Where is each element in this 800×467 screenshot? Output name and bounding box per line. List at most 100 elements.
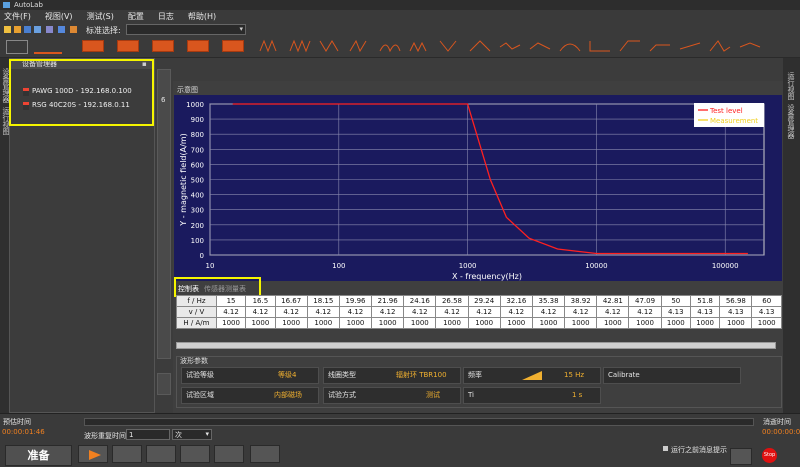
prompt-checkbox[interactable] xyxy=(663,446,668,451)
right-tab-run-view[interactable]: 运行视图 xyxy=(786,72,796,100)
table-cell[interactable]: 4.12 xyxy=(306,306,340,318)
table-cell[interactable]: 1000 xyxy=(719,317,753,329)
play-button[interactable] xyxy=(78,445,108,463)
test-area-field[interactable]: 试验区域 内部磁场 xyxy=(181,387,319,404)
calibrate-button[interactable]: Calibrate xyxy=(603,367,741,384)
table-cell[interactable]: 4.12 xyxy=(628,306,662,318)
horizontal-scrollbar[interactable] xyxy=(176,342,776,349)
waveform-icon-4[interactable] xyxy=(348,39,372,53)
waveform-icon-9[interactable] xyxy=(498,39,522,53)
coil-type-field[interactable]: 线圈类型 辐射环 TBR100 xyxy=(323,367,461,384)
mid-lower-button[interactable] xyxy=(157,373,171,395)
table-cell[interactable]: 4.13 xyxy=(660,306,691,318)
table-cell[interactable]: 1000 xyxy=(245,317,276,329)
settings-icon[interactable] xyxy=(46,26,53,33)
table-cell[interactable]: 1000 xyxy=(215,317,247,329)
table-cell[interactable]: 1000 xyxy=(274,317,308,329)
table-cell[interactable]: 1000 xyxy=(689,317,721,329)
table-cell[interactable]: 50 xyxy=(660,295,691,307)
wave-button-3[interactable] xyxy=(152,40,174,52)
frequency-field[interactable]: 频率 15 Hz xyxy=(463,367,601,384)
export-button[interactable] xyxy=(730,448,752,465)
table-cell[interactable]: 1000 xyxy=(371,317,405,329)
save-as-icon[interactable] xyxy=(34,26,41,33)
skip-button[interactable] xyxy=(214,445,244,463)
table-cell[interactable]: 1000 xyxy=(660,317,691,329)
waveform-icon-11[interactable] xyxy=(558,39,582,53)
table-cell[interactable]: 19.96 xyxy=(338,295,373,307)
waveform-icon-1[interactable] xyxy=(258,39,282,53)
waveform-icon-10[interactable] xyxy=(528,39,552,53)
table-cell[interactable]: 1000 xyxy=(628,317,662,329)
table-cell[interactable]: 42.81 xyxy=(596,295,630,307)
table-cell[interactable]: 4.12 xyxy=(596,306,630,318)
table-cell[interactable]: 24.16 xyxy=(403,295,437,307)
device-icon[interactable] xyxy=(58,26,65,33)
table-cell[interactable]: 26.58 xyxy=(435,295,469,307)
open-folder-icon[interactable] xyxy=(14,26,21,33)
table-cell[interactable]: 60 xyxy=(751,295,782,307)
waveform-icon-14[interactable] xyxy=(648,39,672,53)
step-button[interactable] xyxy=(180,445,210,463)
record-button[interactable] xyxy=(250,445,280,463)
waveform-icon-6[interactable] xyxy=(408,39,432,53)
table-cell[interactable]: 4.12 xyxy=(467,306,501,318)
waveform-icon-3[interactable] xyxy=(318,39,342,53)
pause-button[interactable] xyxy=(112,445,142,463)
table-cell[interactable]: 1000 xyxy=(338,317,373,329)
table-cell[interactable]: 4.13 xyxy=(751,306,782,318)
table-cell[interactable]: 4.12 xyxy=(564,306,598,318)
repeat-unit-select[interactable]: 次 ▾ xyxy=(172,429,212,440)
table-cell[interactable]: 4.12 xyxy=(499,306,533,318)
menu-test[interactable]: 测试(S) xyxy=(87,11,114,22)
new-file-icon[interactable] xyxy=(4,26,11,33)
table-cell[interactable]: 1000 xyxy=(531,317,566,329)
waveform-icon-2[interactable] xyxy=(288,39,312,53)
test-level-field[interactable]: 试验等级 等级4 xyxy=(181,367,319,384)
table-cell[interactable]: 1000 xyxy=(751,317,782,329)
wave-button-4[interactable] xyxy=(187,40,209,52)
table-cell[interactable]: 35.38 xyxy=(531,295,566,307)
table-cell[interactable]: 4.12 xyxy=(338,306,373,318)
table-cell[interactable]: 32.16 xyxy=(499,295,533,307)
table-cell[interactable]: 1000 xyxy=(564,317,598,329)
save-icon[interactable] xyxy=(24,26,31,33)
stop-square-button[interactable] xyxy=(146,445,176,463)
table-cell[interactable]: 1000 xyxy=(499,317,533,329)
wave-button-5[interactable] xyxy=(222,40,244,52)
stop-button[interactable]: Stop xyxy=(762,448,777,463)
table-cell[interactable]: 56.98 xyxy=(719,295,753,307)
waveform-icon-5[interactable] xyxy=(378,39,402,53)
table-cell[interactable]: 16.5 xyxy=(245,295,276,307)
table-cell[interactable]: 4.12 xyxy=(215,306,247,318)
waveform-icon-13[interactable] xyxy=(618,39,642,53)
menu-view[interactable]: 视图(V) xyxy=(45,11,73,22)
table-cell[interactable]: 51.8 xyxy=(689,295,721,307)
repeat-input[interactable]: 1 xyxy=(126,429,170,440)
table-cell[interactable]: 4.13 xyxy=(689,306,721,318)
table-cell[interactable]: 1000 xyxy=(596,317,630,329)
ti-field[interactable]: Ti 1 s xyxy=(463,387,601,404)
wave-button-2[interactable] xyxy=(117,40,139,52)
table-cell[interactable]: 4.12 xyxy=(245,306,276,318)
standard-select[interactable]: ▾ xyxy=(126,24,246,35)
table-cell[interactable]: 1000 xyxy=(306,317,340,329)
menu-help[interactable]: 帮助(H) xyxy=(188,11,216,22)
table-cell[interactable]: 18.15 xyxy=(306,295,340,307)
table-cell[interactable]: 29.24 xyxy=(467,295,501,307)
table-cell[interactable]: 4.12 xyxy=(531,306,566,318)
table-cell[interactable]: 1000 xyxy=(467,317,501,329)
waveform-icon-17[interactable] xyxy=(738,39,762,53)
waveform-icon-8[interactable] xyxy=(468,39,492,53)
table-cell[interactable]: 47.09 xyxy=(628,295,662,307)
lock-icon[interactable] xyxy=(70,26,77,33)
table-cell[interactable]: 4.12 xyxy=(371,306,405,318)
waveform-icon-16[interactable] xyxy=(708,39,732,53)
test-method-field[interactable]: 试验方式 测试 xyxy=(323,387,461,404)
collapsed-panel[interactable]: 6 xyxy=(157,69,171,359)
table-cell[interactable]: 21.96 xyxy=(371,295,405,307)
table-cell[interactable]: 4.12 xyxy=(435,306,469,318)
table-cell[interactable]: 4.13 xyxy=(719,306,753,318)
table-cell[interactable]: 38.92 xyxy=(564,295,598,307)
table-cell[interactable]: 15 xyxy=(215,295,247,307)
